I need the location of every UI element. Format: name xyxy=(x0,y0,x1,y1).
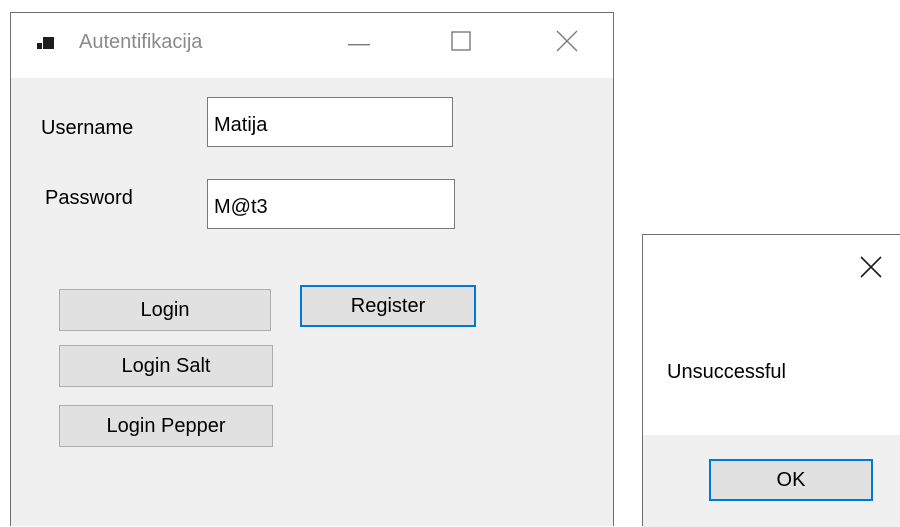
message-box: Unsuccessful OK xyxy=(642,234,900,527)
password-input[interactable] xyxy=(207,179,455,229)
close-button[interactable] xyxy=(545,23,589,63)
message-text: Unsuccessful xyxy=(667,361,786,383)
minimize-icon xyxy=(348,34,370,52)
maximize-button[interactable] xyxy=(439,23,483,63)
username-label: Username xyxy=(41,117,134,139)
username-input[interactable] xyxy=(207,97,453,147)
close-icon xyxy=(556,30,578,57)
login-button[interactable]: Login xyxy=(59,289,271,331)
minimize-button[interactable] xyxy=(337,23,381,63)
auth-window: Autentifikacija Username Password Login … xyxy=(10,12,614,526)
ok-button[interactable]: OK xyxy=(709,459,873,501)
title-bar[interactable]: Autentifikacija xyxy=(11,13,613,78)
message-box-close-button[interactable] xyxy=(849,249,893,289)
message-box-footer: OK xyxy=(643,435,900,527)
login-salt-button[interactable]: Login Salt xyxy=(59,345,273,387)
login-pepper-button[interactable]: Login Pepper xyxy=(59,405,273,447)
window-title: Autentifikacija xyxy=(79,31,203,53)
app-window-icon xyxy=(37,35,55,51)
maximize-icon xyxy=(451,30,471,56)
register-button[interactable]: Register xyxy=(300,285,476,327)
close-icon xyxy=(860,255,882,283)
password-label: Password xyxy=(45,187,133,209)
